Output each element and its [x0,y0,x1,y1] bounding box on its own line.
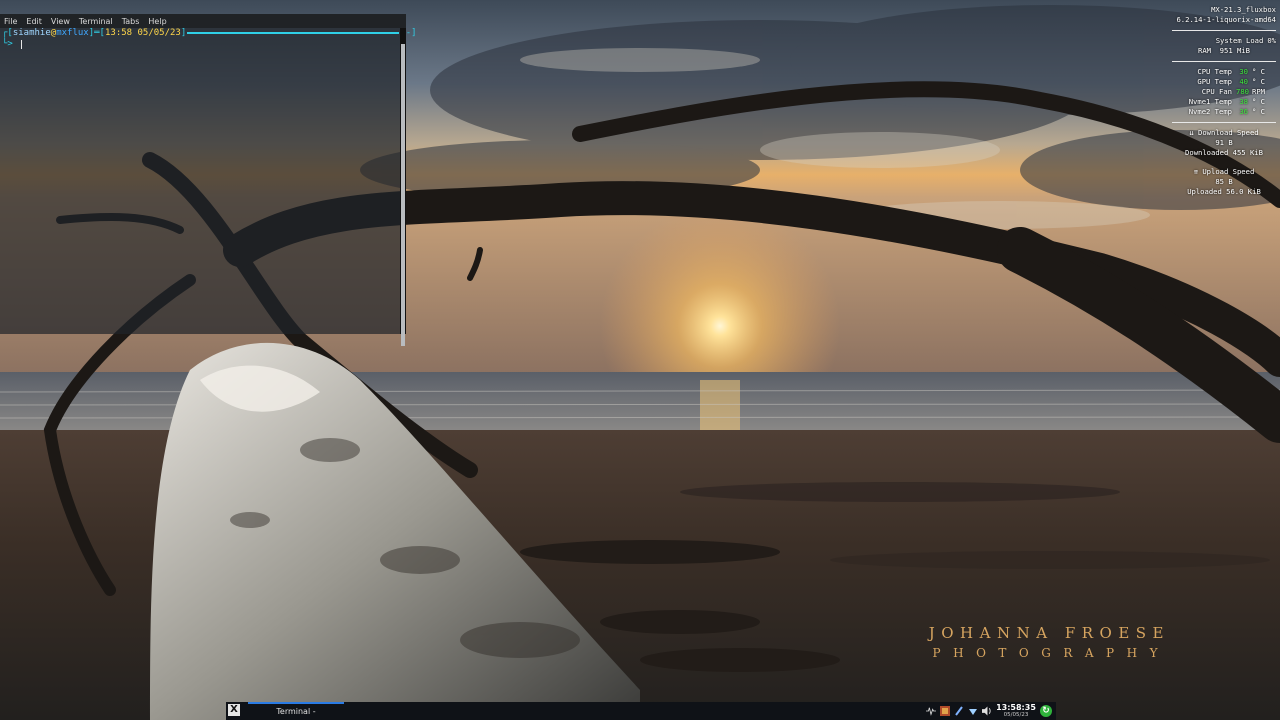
conky-ram: RAM 951 MiB [1172,46,1276,56]
sensor-unit: ° C [1252,67,1265,76]
photographer-watermark: JOHANNA FROESE PHOTOGRAPHY [928,624,1170,660]
uploaded-label: Uploaded [1187,187,1222,196]
conky-upload-title: ⇈ Upload Speed [1172,167,1276,177]
clipboard-icon[interactable] [954,705,964,716]
ram-value: 951 MiB [1219,46,1250,55]
volume-icon[interactable] [982,705,992,716]
conky-downloaded: Downloaded 455 KiB [1172,148,1276,158]
taskbar-clock[interactable]: 13:58:35 05/05/23 [996,703,1036,719]
prompt-arrow: └> [2,39,13,49]
menu-x-icon[interactable]: X [228,704,240,716]
terminal-window[interactable]: File Edit View Terminal Tabs Help ┌[siam… [0,14,417,346]
sensor-unit: ° C [1252,97,1265,106]
upload-title: Upload Speed [1202,167,1255,176]
conky-distro: MX-21.3_fluxbox [1211,5,1276,14]
system-load-label: System Load [1215,36,1264,45]
sensor-value: 36 [1239,107,1248,116]
conky-system-load: System Load 0% [1172,36,1276,46]
menu-view[interactable]: View [51,17,70,26]
sensor-unit: ° C [1252,77,1265,86]
conky-divider [1172,30,1276,31]
downloaded-label: Downloaded [1185,148,1229,157]
watermark-subtitle: PHOTOGRAPHY [932,646,1170,660]
sensor-label: GPU Temp [1197,77,1232,86]
menu-file[interactable]: File [4,17,17,26]
sensor-unit: ° C [1252,107,1265,116]
sensor-value: 40 [1239,77,1248,86]
conky-download-title: ⇊ Download Speed [1172,128,1276,138]
menu-edit[interactable]: Edit [26,17,42,26]
sensor-label: CPU Temp [1197,67,1232,76]
prompt-time: 13:58 [104,28,133,38]
prompt-rule [187,32,400,34]
prompt-host: mxflux [56,28,89,38]
terminal-scrollbar[interactable] [400,28,406,346]
download-arrow-icon: ⇊ [1189,128,1194,137]
prompt-corner: ┌[ [2,28,13,38]
menu-tabs[interactable]: Tabs [122,17,140,26]
sensor-label: CPU Fan [1201,87,1232,96]
taskbar: X Terminal - 13:58:35 05/05/23 ↻ [226,702,1056,720]
text-cursor [20,39,22,49]
conky-kernel: 6.2.14-1-liquorix-amd64 [1176,15,1276,24]
conky-uploaded: Uploaded 56.0 KiB [1172,187,1276,197]
conky-system-monitor: MX-21.3_fluxbox 6.2.14-1-liquorix-amd64 … [1172,5,1276,197]
download-title: Download Speed [1198,128,1259,137]
sensor-label: Nvme1 Temp [1188,97,1232,106]
downloaded-value: 455 KiB [1232,148,1263,157]
taskbar-item-terminal[interactable]: Terminal - [248,702,344,720]
conky-divider [1172,61,1276,62]
prompt-date: 05/05/23 [137,28,181,38]
upload-arrow-icon: ⇈ [1193,167,1199,176]
prompt-separator: ]═[ [88,28,105,38]
updater-icon[interactable]: ↻ [1040,705,1052,717]
watermark-name: JOHANNA FROESE [928,624,1170,642]
prompt-separator-2: ] [180,28,187,38]
scrollbar-thumb[interactable] [401,44,405,346]
upload-speed: 85 B [1215,177,1233,186]
sensor-value: 780 [1236,87,1249,96]
menu-help[interactable]: Help [148,17,166,26]
ram-label: RAM [1198,46,1212,55]
terminal-menubar: File Edit View Terminal Tabs Help [0,14,406,28]
system-load-value: 0% [1267,36,1276,45]
keyboard-layout-icon[interactable] [940,705,950,716]
clock-date: 05/05/23 [1003,712,1029,718]
menu-terminal[interactable]: Terminal [79,17,113,26]
system-tray [926,705,992,716]
uploaded-value: 56.0 KiB [1226,187,1261,196]
terminal-input-line[interactable]: └> [2,39,22,49]
download-speed: 91 B [1215,138,1233,147]
terminal-prompt-line: ┌[siamhie @ mxflux]═[13:58 05/05/23] [-] [2,28,417,38]
sensor-value: 38 [1239,97,1248,106]
sensor-value: 30 [1239,67,1248,76]
sensor-label: Nvme2 Temp [1188,107,1232,116]
prompt-user: siamhie [12,28,51,38]
network-icon[interactable] [968,705,978,716]
clock-time: 13:58:35 [996,703,1036,712]
pulse-icon[interactable] [926,705,936,716]
conky-divider [1172,122,1276,123]
sensor-unit: RPM [1252,87,1265,96]
